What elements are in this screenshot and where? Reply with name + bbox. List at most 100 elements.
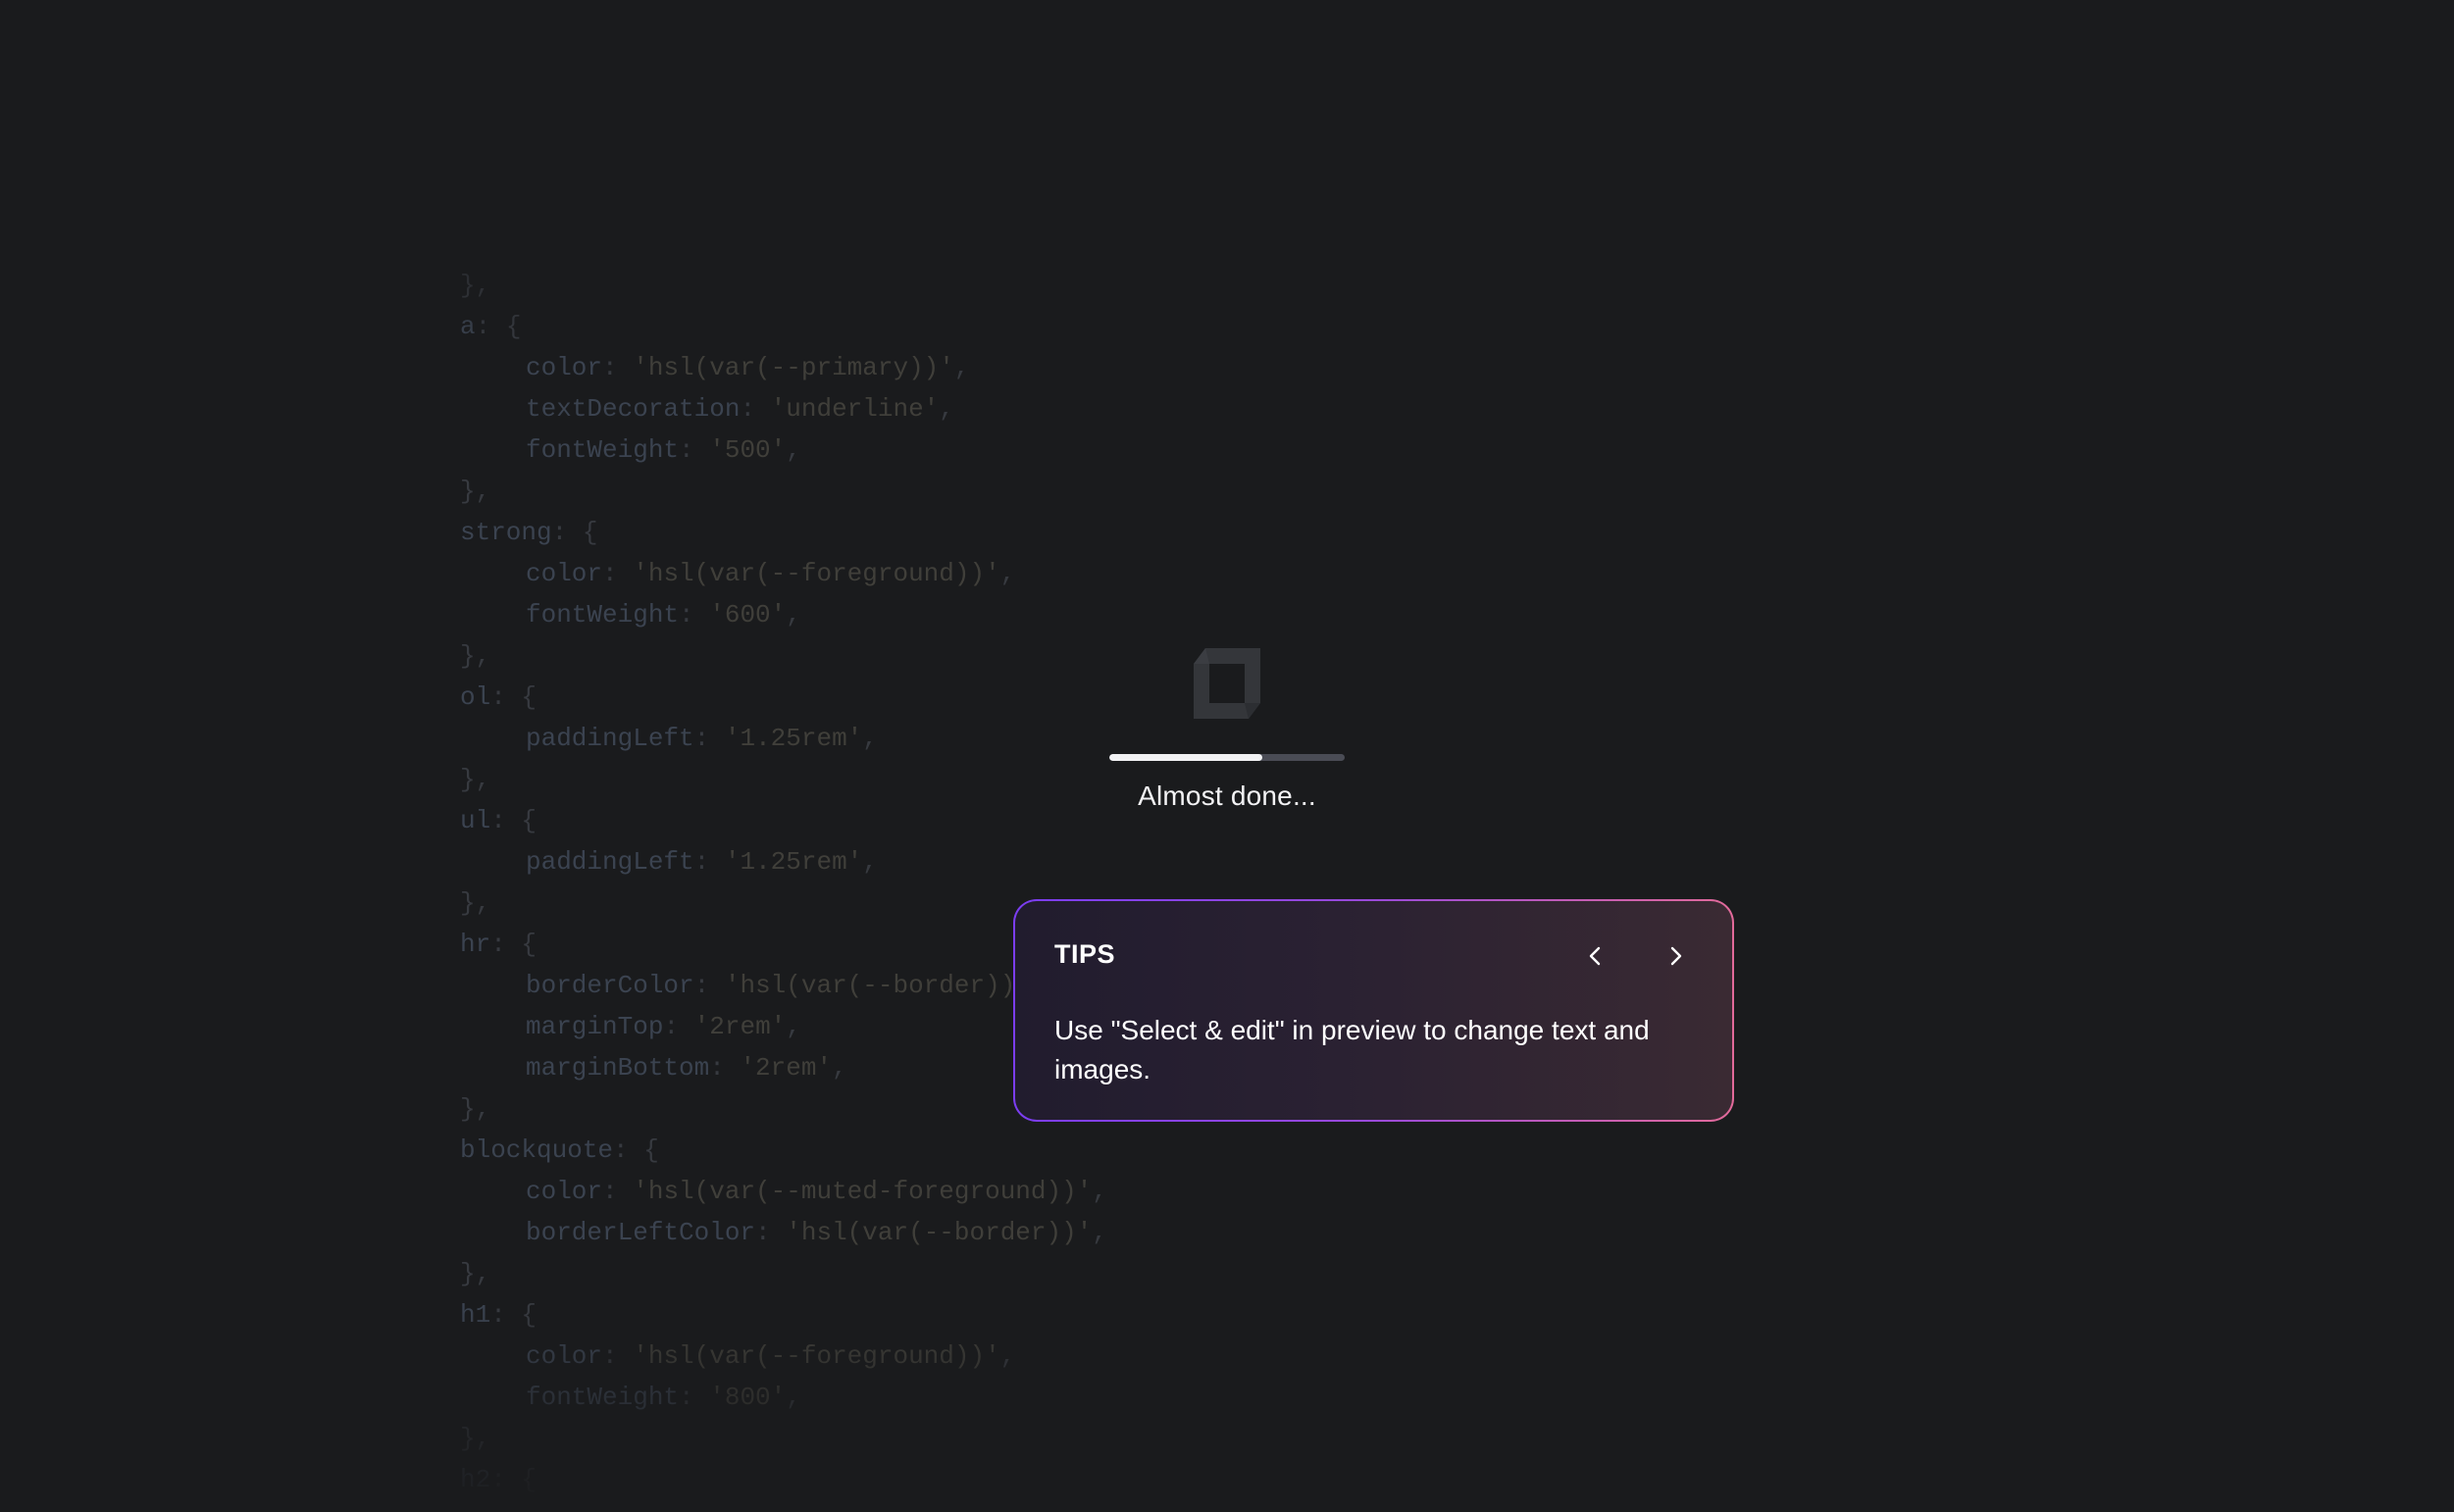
code-token: hr (460, 930, 491, 959)
code-token: }, (460, 641, 491, 671)
code-line: }, (460, 471, 490, 512)
code-token: , (786, 1012, 801, 1041)
code-token: borderColor (526, 971, 694, 1000)
progress-bar-fill (1109, 754, 1262, 761)
code-line: }, (460, 1088, 490, 1130)
code-line: blockquote: { (460, 1130, 659, 1171)
code-token: , (786, 600, 801, 630)
code-line: }, (460, 635, 490, 677)
next-tip-button[interactable] (1656, 936, 1695, 976)
code-token: '1.25rem' (724, 724, 863, 753)
code-token: }, (460, 765, 491, 794)
code-line: }, (460, 1253, 490, 1294)
code-token: : (679, 435, 710, 465)
code-token: paddingLeft (526, 847, 694, 877)
code-token: marginTop (526, 1012, 664, 1041)
code-token: textDecoration (526, 394, 741, 424)
chevron-left-icon (1589, 946, 1601, 966)
code-line: hr: { (460, 924, 537, 965)
code-token: : { (490, 930, 537, 959)
code-token: 'underline' (770, 394, 940, 424)
code-token: '600' (709, 600, 787, 630)
code-token: ul (460, 806, 491, 835)
code-token: : (740, 394, 771, 424)
code-token: , (1092, 1177, 1107, 1206)
code-line: fontWeight: '600', (526, 594, 801, 635)
tips-card-body: TIPS Use "Select & edit" in preview to c… (1015, 901, 1732, 1120)
code-token: }, (460, 888, 491, 918)
loading-indicator: Almost done... (1099, 642, 1355, 812)
code-line: marginBottom: '2rem', (526, 1047, 847, 1088)
code-token: , (862, 724, 878, 753)
code-token: : (693, 847, 725, 877)
code-token: }, (460, 477, 491, 506)
code-line: color: 'hsl(var(--foreground))', (526, 553, 1015, 594)
code-line: borderColor: 'hsl(var(--border))', (526, 965, 1047, 1006)
code-line: ul: { (460, 800, 537, 841)
code-token: : (693, 724, 725, 753)
code-token: : (663, 1012, 694, 1041)
code-token: '500' (709, 435, 787, 465)
code-token: : (679, 600, 710, 630)
code-token: fontWeight (526, 600, 680, 630)
code-token: strong (460, 518, 552, 547)
previous-tip-button[interactable] (1576, 936, 1615, 976)
code-token: : (693, 971, 725, 1000)
code-token: : (602, 559, 634, 588)
code-token: borderLeftColor (526, 1218, 756, 1247)
code-token: : { (551, 518, 598, 547)
code-token: : (755, 1218, 787, 1247)
code-token: 'hsl(var(--muted-foreground))' (633, 1177, 1093, 1206)
code-line: marginTop: '2rem', (526, 1006, 801, 1047)
code-token: marginBottom (526, 1053, 710, 1083)
code-token: 'hsl(var(--primary))' (633, 353, 954, 382)
tips-card: TIPS Use "Select & edit" in preview to c… (1013, 899, 1734, 1122)
code-line: color: 'hsl(var(--primary))', (526, 347, 970, 388)
tip-text: Use "Select & edit" in preview to change… (1054, 1015, 1650, 1084)
code-line: borderLeftColor: 'hsl(var(--border))', (526, 1212, 1107, 1253)
code-line: }, (460, 759, 490, 800)
code-token: , (953, 353, 970, 382)
code-line: paddingLeft: '1.25rem', (526, 841, 878, 882)
code-token: : { (490, 682, 537, 712)
chevron-right-icon (1670, 946, 1682, 966)
code-token: ol (460, 682, 491, 712)
code-token: color (526, 559, 603, 588)
fade-overlay-bottom (0, 1304, 2454, 1512)
code-line: textDecoration: 'underline', (526, 388, 954, 429)
code-token: , (999, 559, 1016, 588)
code-token: color (526, 353, 603, 382)
code-token: : (602, 1177, 634, 1206)
code-token: , (786, 435, 801, 465)
code-line: paddingLeft: '1.25rem', (526, 718, 878, 759)
code-token: : (709, 1053, 741, 1083)
code-token: : (602, 353, 634, 382)
code-token: , (1092, 1218, 1107, 1247)
progress-bar (1109, 754, 1345, 761)
code-token: '1.25rem' (724, 847, 863, 877)
code-token: '2rem' (693, 1012, 787, 1041)
code-token: 'hsl(var(--border))' (786, 1218, 1093, 1247)
code-token: '2rem' (740, 1053, 833, 1083)
code-token: , (862, 847, 878, 877)
loading-status-text: Almost done... (1138, 781, 1316, 811)
code-line: color: 'hsl(var(--muted-foreground))', (526, 1171, 1107, 1212)
code-token: : { (613, 1135, 659, 1165)
code-token: 'hsl(var(--border))' (724, 971, 1031, 1000)
code-token: }, (460, 1094, 491, 1124)
code-line: fontWeight: '500', (526, 429, 801, 471)
code-token: , (939, 394, 954, 424)
code-token: , (832, 1053, 847, 1083)
fade-overlay-top (0, 0, 2454, 353)
code-token: fontWeight (526, 435, 680, 465)
code-line: ol: { (460, 677, 537, 718)
code-line: strong: { (460, 512, 597, 553)
app-logo-icon (1194, 648, 1260, 719)
code-token: color (526, 1177, 603, 1206)
code-token: blockquote (460, 1135, 614, 1165)
code-token: paddingLeft (526, 724, 694, 753)
code-token: : { (490, 806, 537, 835)
code-token: 'hsl(var(--foreground))' (633, 559, 1000, 588)
tips-title: TIPS (1054, 939, 1116, 969)
code-token: }, (460, 1259, 491, 1288)
